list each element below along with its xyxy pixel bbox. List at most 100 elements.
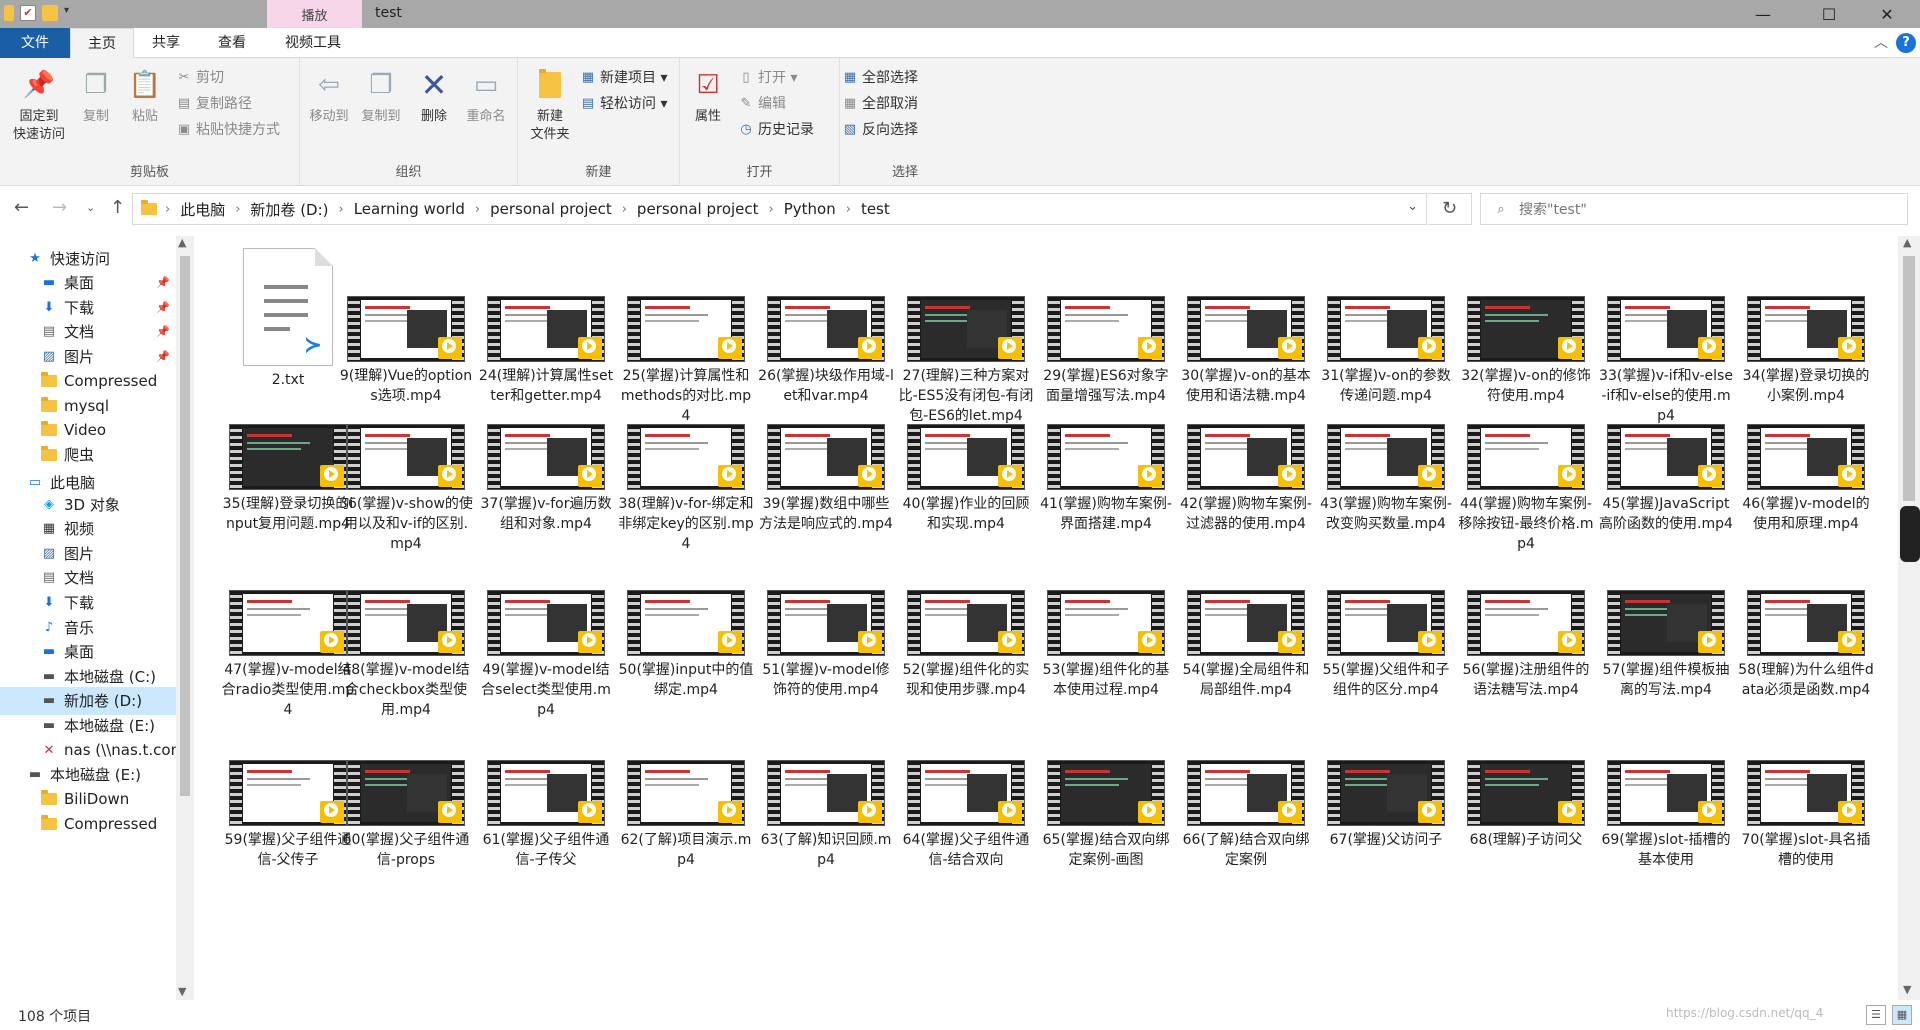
customize-qat-icon[interactable]: ▾ [64,5,80,21]
breadcrumb-item[interactable]: personal project [490,200,612,218]
tab-file[interactable]: 文件 [0,28,70,58]
file-item[interactable]: 59(掌握)父子组件通信-父传子 [220,760,356,870]
breadcrumb-separator[interactable]: › [475,202,480,217]
file-item[interactable]: 53(掌握)组件化的基本使用过程.mp4 [1038,590,1174,700]
file-item[interactable]: 57(掌握)组件模板抽离的写法.mp4 [1598,590,1734,700]
breadcrumb-item[interactable]: Learning world [354,200,465,218]
search-input[interactable]: ⌕ 搜索"test" [1480,193,1908,225]
properties-button[interactable]: ☑ 属性 [684,66,732,126]
help-icon[interactable]: ? [1896,33,1916,53]
copy-button[interactable]: ❐ 复制 [74,66,118,126]
nav-scroll-down-icon[interactable]: ▼ [178,985,186,998]
close-button[interactable]: ✕ [1864,0,1910,28]
details-view-icon[interactable]: ☰ [1866,1005,1886,1025]
breadcrumb-item[interactable]: 此电脑 [180,199,225,220]
file-item[interactable]: 42(掌握)购物车案例-过滤器的使用.mp4 [1178,424,1314,534]
content-scrollbar[interactable]: ▲ ▼ [1898,236,1920,1000]
easy-access-button[interactable]: ▤ 轻松访问 ▾ [580,92,668,114]
file-item[interactable]: ≻ 2.txt [220,248,356,390]
recent-locations-icon[interactable]: ⌄ [86,201,95,214]
invert-selection-button[interactable]: ▧ 反向选择 [842,118,918,140]
breadcrumb-separator[interactable]: › [769,202,774,217]
scroll-thumb[interactable] [1903,256,1915,501]
file-item[interactable]: 26(掌握)块级作用域-let和var.mp4 [758,296,894,406]
large-icons-view-icon[interactable]: ▦ [1892,1005,1912,1025]
paste-button[interactable]: 📋 粘贴 [122,66,168,126]
side-handle[interactable] [1900,506,1920,562]
file-item[interactable]: 64(掌握)父子组件通信-结合双向 [898,760,1034,870]
file-item[interactable]: 27(理解)三种方案对比-ES5没有闭包-有闭包-ES6的let.mp4 [898,296,1034,426]
properties-check-icon[interactable]: ✔ [20,5,36,21]
file-item[interactable]: 49(掌握)v-model结合select类型使用.mp4 [478,590,614,720]
new-folder-icon[interactable] [42,5,58,21]
file-item[interactable]: 24(理解)计算属性setter和getter.mp4 [478,296,614,406]
file-item[interactable]: 43(掌握)购物车案例-改变购买数量.mp4 [1318,424,1454,534]
file-item[interactable]: 44(掌握)购物车案例-移除按钮-最终价格.mp4 [1458,424,1594,554]
cut-button[interactable]: ✂ 剪切 [176,66,224,88]
file-item[interactable]: 37(掌握)v-for遍历数组和对象.mp4 [478,424,614,534]
collapse-ribbon-icon[interactable]: ︿ [1874,32,1888,52]
file-item[interactable]: 45(掌握)JavaScript高阶函数的使用.mp4 [1598,424,1734,534]
delete-button[interactable]: ✕ 删除 [412,66,456,126]
nav-scroll-up-icon[interactable]: ▲ [178,236,186,249]
refresh-icon[interactable]: ↻ [1428,193,1472,225]
scroll-up-icon[interactable]: ▲ [1903,236,1911,249]
file-item[interactable]: 63(了解)知识回顾.mp4 [758,760,894,870]
breadcrumb-item[interactable]: Python [784,200,836,218]
file-item[interactable]: 31(掌握)v-on的参数传递问题.mp4 [1318,296,1454,406]
nav-item[interactable]: 爬虫 [0,441,176,469]
tab-share[interactable]: 共享 [136,28,196,58]
file-item[interactable]: 52(掌握)组件化的实现和使用步骤.mp4 [898,590,1034,700]
file-item[interactable]: 48(掌握)v-model结合checkbox类型使用.mp4 [338,590,474,720]
tab-home[interactable]: 主页 [70,28,134,59]
select-all-button[interactable]: ▦ 全部选择 [842,66,918,88]
rename-button[interactable]: ▭ 重命名 [460,66,512,126]
move-to-button[interactable]: ⇦ 移动到 [304,66,354,126]
file-item[interactable]: 56(掌握)注册组件的语法糖写法.mp4 [1458,590,1594,700]
file-item[interactable]: 50(掌握)input中的值绑定.mp4 [618,590,754,700]
file-item[interactable]: 9(理解)Vue的options选项.mp4 [338,296,474,406]
file-item[interactable]: 36(掌握)v-show的使用以及和v-if的区别.mp4 [338,424,474,554]
file-item[interactable]: 61(掌握)父子组件通信-子传父 [478,760,614,870]
file-item[interactable]: 65(掌握)结合双向绑定案例-画图 [1038,760,1174,870]
nav-scroll-thumb[interactable] [180,256,190,796]
select-none-button[interactable]: ▦ 全部取消 [842,92,918,114]
back-arrow-icon[interactable]: ← [14,197,29,218]
breadcrumb-separator[interactable]: › [622,202,627,217]
file-item[interactable]: 51(掌握)v-model修饰符的使用.mp4 [758,590,894,700]
file-item[interactable]: 30(掌握)v-on的基本使用和语法糖.mp4 [1178,296,1314,406]
file-item[interactable]: 58(理解)为什么组件data必须是函数.mp4 [1738,590,1874,700]
scroll-down-icon[interactable]: ▼ [1903,983,1911,996]
breadcrumb-item[interactable]: 新加卷 (D:) [250,199,328,220]
file-item[interactable]: 34(掌握)登录切换的小案例.mp4 [1738,296,1874,406]
copy-to-button[interactable]: ❐ 复制到 [356,66,406,126]
file-item[interactable]: 39(掌握)数组中哪些方法是响应式的.mp4 [758,424,894,534]
file-item[interactable]: 25(掌握)计算属性和methods的对比.mp4 [618,296,754,426]
file-item[interactable]: 70(掌握)slot-具名插槽的使用 [1738,760,1874,870]
new-folder-button[interactable]: 新建 文件夹 [524,66,576,144]
file-item[interactable]: 68(理解)子访问父 [1458,760,1594,850]
breadcrumb-separator[interactable]: › [339,202,344,217]
file-item[interactable]: 38(理解)v-for-绑定和非绑定key的区别.mp4 [618,424,754,554]
file-item[interactable]: 47(掌握)v-model结合radio类型使用.mp4 [220,590,356,720]
breadcrumb-separator[interactable]: › [846,202,851,217]
file-item[interactable]: 29(掌握)ES6对象字面量增强写法.mp4 [1038,296,1174,406]
file-item[interactable]: 41(掌握)购物车案例-界面搭建.mp4 [1038,424,1174,534]
breadcrumb-item[interactable]: personal project [637,200,759,218]
tab-video-tools[interactable]: 视频工具 [270,28,356,58]
context-tab-play[interactable]: 播放 [267,5,362,24]
breadcrumb-separator[interactable]: › [235,202,240,217]
file-item[interactable]: 60(掌握)父子组件通信-props [338,760,474,870]
forward-arrow-icon[interactable]: → [52,197,67,218]
nav-scrollbar[interactable]: ▲ ▼ [176,236,194,1000]
tab-view[interactable]: 查看 [200,28,264,58]
file-item[interactable]: 66(了解)结合双向绑定案例 [1178,760,1314,870]
file-item[interactable]: 62(了解)项目演示.mp4 [618,760,754,870]
address-history-dropdown-icon[interactable]: ⌄ [1407,199,1418,214]
new-item-button[interactable]: ▦ 新建项目 ▾ [580,66,668,88]
breadcrumb-item[interactable]: test [861,200,890,218]
file-item[interactable]: 33(掌握)v-if和v-else-if和v-else的使用.mp4 [1598,296,1734,426]
pin-quick-access-button[interactable]: 📌 固定到 快速访问 [4,66,74,144]
file-item[interactable]: 69(掌握)slot-插槽的基本使用 [1598,760,1734,870]
up-arrow-icon[interactable]: ↑ [110,197,125,218]
